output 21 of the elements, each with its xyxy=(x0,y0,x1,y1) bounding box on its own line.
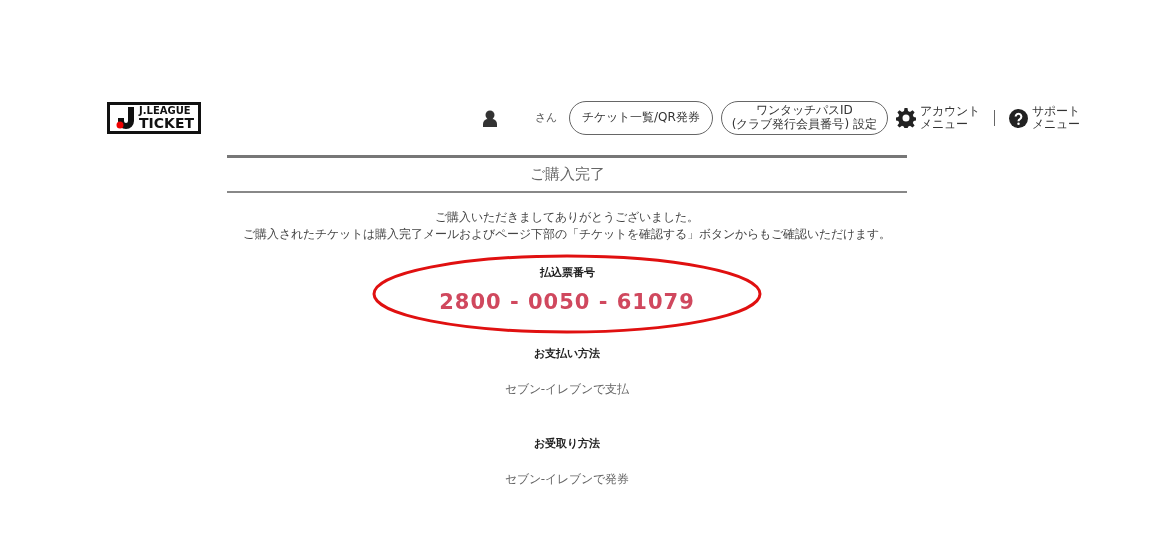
page-title: ご購入完了 xyxy=(529,164,605,186)
logo-text: TICKET xyxy=(139,116,194,130)
section-heading: 払込票番号 xyxy=(539,265,595,279)
nav-button[interactable]: チケット一覧/QR発券 xyxy=(569,101,713,135)
section-value: セブン-イレブンで支払 xyxy=(504,382,630,397)
section-value: 2800 - 0050 - 61079 xyxy=(439,289,695,314)
help-icon[interactable] xyxy=(1009,108,1028,128)
logo[interactable]: J.LEAGUE TICKET xyxy=(107,102,201,134)
message-text: ご購入されたチケットは購入完了メールおよびページ下部の「チケットを確認する」ボタンからもご確認いただけます。 xyxy=(243,226,891,241)
j-mark-icon xyxy=(114,106,136,130)
section-heading: お受取り方法 xyxy=(534,437,600,451)
menu-link[interactable]: サポート メニュー xyxy=(1032,104,1080,132)
section-heading: お支払い方法 xyxy=(534,347,600,361)
user-suffix: さん xyxy=(535,109,557,126)
user-icon[interactable] xyxy=(483,109,497,127)
nav-button[interactable]: ワンタッチパスID (クラブ発行会員番号) 設定 xyxy=(720,101,888,135)
message-text: ご購入いただきましてありがとうございました。 xyxy=(435,210,699,224)
logo-text: J.LEAGUE xyxy=(139,106,192,116)
settings-icon[interactable] xyxy=(896,108,916,128)
menu-link[interactable]: アカウント メニュー xyxy=(920,104,980,132)
section-value: セブン-イレブンで発券 xyxy=(504,472,630,487)
